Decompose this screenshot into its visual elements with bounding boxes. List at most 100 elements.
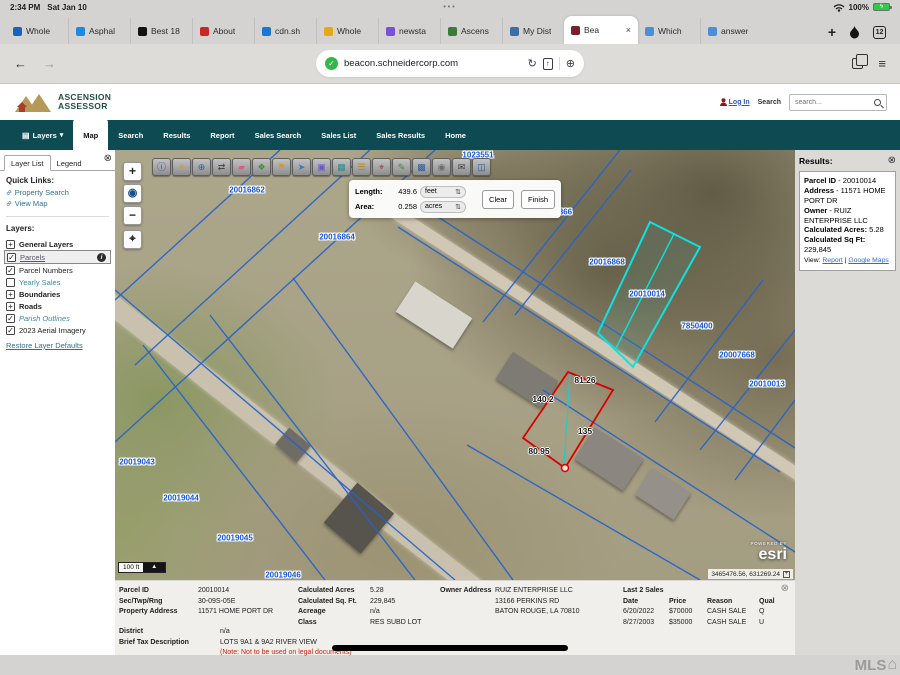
clear-button[interactable]: Clear (482, 190, 514, 209)
parcel-number-label[interactable]: 20019046 (265, 571, 301, 580)
layer-label[interactable]: Parish Outlines (19, 314, 70, 323)
layer-row-general-layers[interactable]: + General Layers (0, 238, 115, 250)
layer-label[interactable]: General Layers (19, 240, 73, 249)
layer-row-2023-aerial-imagery[interactable]: ✓ 2023 Aerial Imagery (0, 324, 115, 336)
layer-row-parcel-numbers[interactable]: ✓ Parcel Numbers (0, 264, 115, 276)
checkbox[interactable]: ✓ (7, 253, 16, 262)
map-shapes-tool-button[interactable]: ❖ (252, 158, 271, 176)
browser-tab[interactable]: newsta (378, 18, 440, 44)
report-link[interactable]: Report (822, 257, 842, 264)
locate-button[interactable]: ⌖ (123, 230, 142, 249)
measurement-vertex-handle[interactable] (562, 465, 569, 472)
close-results-icon[interactable]: ⊗ (888, 155, 896, 166)
private-mode-icon[interactable] (849, 26, 860, 39)
reload-icon[interactable]: ↻ (528, 57, 537, 70)
parcel-number-label[interactable]: 20016862 (229, 186, 265, 195)
nav-tab-results[interactable]: Results (153, 120, 200, 150)
measurement-polygon[interactable] (523, 372, 613, 472)
property-search-link[interactable]: ∞ Property Search (6, 188, 109, 197)
finish-button[interactable]: Finish (521, 190, 555, 209)
map-find-tool-button[interactable]: ⌖ (372, 158, 391, 176)
layer-label[interactable]: Parcel Numbers (19, 266, 73, 275)
header-search-box[interactable] (789, 94, 887, 111)
checkbox[interactable]: ✓ (6, 326, 15, 335)
browser-tab[interactable]: Whole (6, 18, 68, 44)
layer-row-roads[interactable]: + Roads (0, 300, 115, 312)
layer-label[interactable]: Roads (19, 302, 42, 311)
area-unit-select[interactable]: acres ⇅ (420, 201, 466, 213)
globe-extent-button[interactable]: ◉ (123, 184, 142, 203)
nav-tab-search[interactable]: Search (108, 120, 153, 150)
search-icon[interactable] (874, 99, 881, 106)
map-mail-tool-button[interactable]: ✉ (452, 158, 471, 176)
map-flash-tool-button[interactable]: ✳ (172, 158, 191, 176)
map-viewport[interactable]: + ◉ − ⌖ ⓘ✳⊕⇄▰❖⚑➤▣▦☰⌖✎▩◉✉◫ Length: 439.6 … (115, 150, 795, 580)
parcel-number-label[interactable]: 20019044 (163, 494, 199, 503)
nav-tab-report[interactable]: Report (200, 120, 244, 150)
checkbox[interactable]: ✓ (6, 314, 15, 323)
restore-layer-defaults-link[interactable]: Restore Layer Defaults (6, 341, 83, 350)
browser-tab[interactable]: Whole (316, 18, 378, 44)
layer-row-parcels[interactable]: ✓Parcelsi (4, 250, 111, 264)
expand-icon[interactable]: + (6, 290, 15, 299)
tab-overview-button[interactable]: 12 (873, 26, 886, 39)
close-tab-icon[interactable]: × (626, 25, 631, 35)
coordinate-expand-icon[interactable]: + (783, 571, 790, 578)
map-select-tool-button[interactable]: ▩ (412, 158, 431, 176)
map-send-tool-button[interactable]: ➤ (292, 158, 311, 176)
view-map-link[interactable]: ∞ View Map (6, 199, 109, 208)
map-zoom-box-tool-button[interactable]: ⊕ (192, 158, 211, 176)
layer-label[interactable]: Parcels (20, 253, 45, 262)
nav-tab-map[interactable]: Map (73, 120, 108, 150)
share-icon[interactable]: ↑ (543, 58, 553, 70)
length-unit-select[interactable]: feet ⇅ (420, 186, 466, 198)
browser-tab[interactable]: Best 18 (130, 18, 192, 44)
browser-tab[interactable]: Bea× (564, 16, 638, 44)
browser-tab[interactable]: Which (638, 18, 700, 44)
parcel-number-label[interactable]: 20019043 (119, 458, 155, 467)
zoom-in-button[interactable]: + (123, 162, 142, 181)
parcel-number-label[interactable]: 20010013 (749, 380, 785, 389)
layer-row-parish-outlines[interactable]: ✓ Parish Outlines (0, 312, 115, 324)
parcel-number-label[interactable]: 20010014 (629, 290, 665, 299)
nav-tab-layers[interactable]: ▤Layers▾ (12, 120, 73, 150)
expand-icon[interactable]: + (6, 240, 15, 249)
layer-label[interactable]: 2023 Aerial Imagery (19, 326, 86, 335)
parcel-number-label[interactable]: 20016864 (319, 233, 355, 242)
parcel-number-label[interactable]: 20016868 (589, 258, 625, 267)
tab-legend[interactable]: Legend (51, 156, 88, 170)
browser-tab[interactable]: Asphal (68, 18, 130, 44)
map-save-tool-button[interactable]: ◫ (472, 158, 491, 176)
home-indicator[interactable] (332, 645, 568, 651)
map-info-tool-button[interactable]: ⓘ (152, 158, 171, 176)
login-link[interactable]: Log In (720, 98, 750, 106)
add-bookmark-icon[interactable]: ⊕ (566, 57, 575, 70)
result-card[interactable]: Parcel ID - 20010014 Address - 11571 HOM… (799, 171, 896, 271)
map-basemap-tool-button[interactable]: ▦ (332, 158, 351, 176)
expand-icon[interactable]: + (6, 302, 15, 311)
browser-menu-icon[interactable]: ≡ (878, 56, 886, 71)
map-sketch-tool-button[interactable]: ✎ (392, 158, 411, 176)
nav-tab-home[interactable]: Home (435, 120, 476, 150)
browser-tab[interactable]: answer (700, 18, 762, 44)
layer-label[interactable]: Boundaries (19, 290, 60, 299)
map-eraser-tool-button[interactable]: ▰ (232, 158, 251, 176)
browser-tab[interactable]: cdn.sh (254, 18, 316, 44)
new-tab-button[interactable]: + (828, 24, 836, 40)
nav-tab-sales-results[interactable]: Sales Results (366, 120, 435, 150)
checkbox[interactable]: ✓ (6, 266, 15, 275)
browser-tab[interactable]: About (192, 18, 254, 44)
tab-layer-list[interactable]: Layer List (4, 155, 51, 171)
browser-tab[interactable]: My Dist (502, 18, 564, 44)
map-pan-tool-button[interactable]: ⇄ (212, 158, 231, 176)
close-info-bar-icon[interactable]: ⊗ (781, 583, 789, 594)
checkbox[interactable] (6, 278, 15, 287)
address-bar[interactable]: ✓ beacon.schneidercorp.com ↻ ↑ ⊕ (316, 50, 584, 77)
map-photo-tool-button[interactable]: ▣ (312, 158, 331, 176)
zoom-out-button[interactable]: − (123, 206, 142, 225)
header-search-label[interactable]: Search (758, 99, 781, 106)
forward-button[interactable]: → (43, 56, 56, 71)
nav-tab-sales-list[interactable]: Sales List (311, 120, 366, 150)
url-text[interactable]: beacon.schneidercorp.com (344, 58, 522, 69)
header-search-input[interactable] (795, 99, 874, 106)
